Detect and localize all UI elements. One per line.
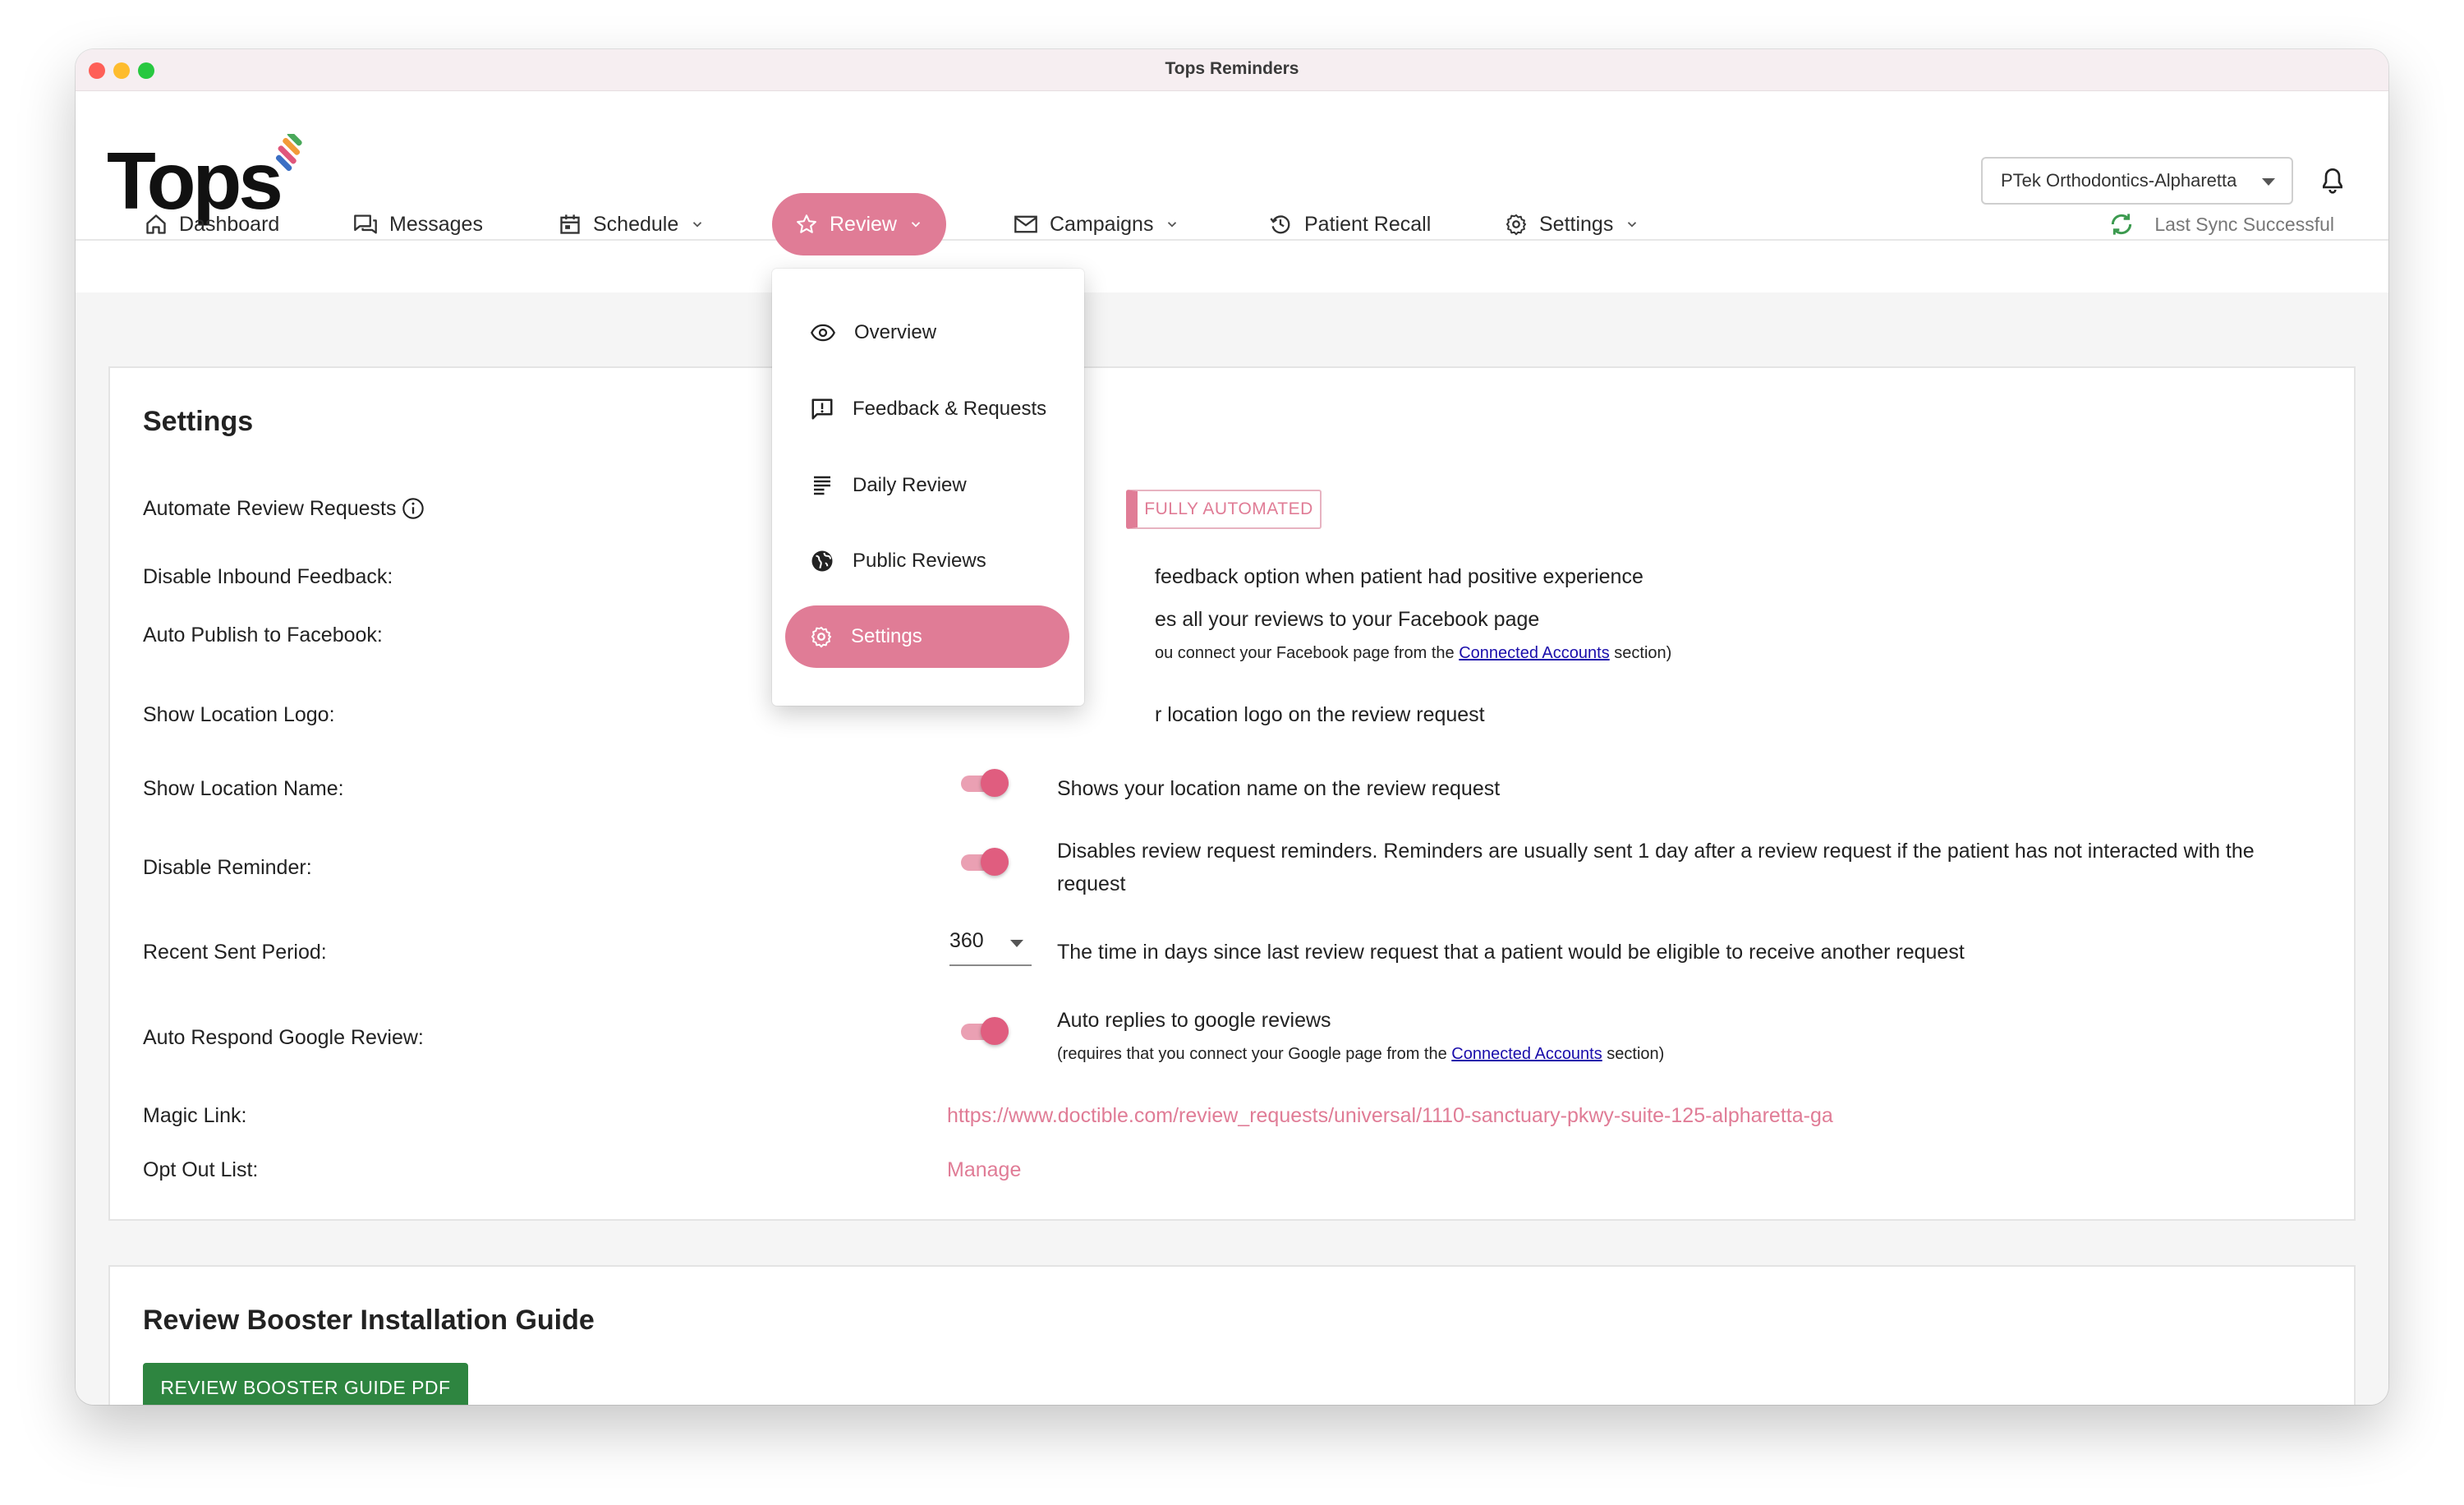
review-dropdown-menu: Overview Feedback & Requests Daily Revie…: [772, 269, 1084, 706]
magic-link-url[interactable]: https://www.doctible.com/review_requests…: [947, 1104, 1833, 1128]
chevron-down-icon: [911, 222, 921, 228]
auto-respond-google-toggle[interactable]: [958, 1014, 1012, 1048]
caret-down-icon: [1010, 940, 1023, 947]
list-icon: [814, 476, 830, 495]
opt-out-list-label: Opt Out List:: [143, 1158, 259, 1181]
nav-campaigns-label: Campaigns: [1050, 212, 1154, 236]
nav-dashboard-label: Dashboard: [179, 212, 280, 236]
fully-automated-button[interactable]: FULLY AUTOMATED: [1126, 490, 1322, 529]
nav-schedule-label: Schedule: [593, 212, 679, 236]
home-icon: [146, 214, 166, 234]
auto-publish-facebook-desc: es all your reviews to your Facebook pag…: [1155, 608, 1540, 631]
chevron-down-icon: [693, 222, 702, 228]
calendar-icon: [560, 214, 580, 234]
settings-card-title: Settings: [143, 406, 254, 437]
google-note-pre: (requires that you connect your Google p…: [1057, 1045, 1452, 1063]
nav-patient-recall-label: Patient Recall: [1304, 212, 1432, 236]
show-location-name-label: Show Location Name:: [143, 777, 344, 800]
globe-icon: [811, 550, 833, 572]
review-menu-settings-label: Settings: [851, 625, 922, 647]
disable-reminder-toggle[interactable]: [958, 845, 1012, 879]
feedback-icon: [811, 398, 833, 420]
review-menu-daily-review[interactable]: Daily Review: [785, 454, 1069, 517]
mail-icon: [1014, 215, 1037, 233]
chevron-down-icon: [1168, 222, 1177, 228]
review-menu-public-reviews-label: Public Reviews: [853, 550, 986, 572]
auto-publish-facebook-label: Auto Publish to Facebook:: [143, 624, 383, 647]
auto-respond-google-desc: Auto replies to google reviews: [1057, 1009, 1331, 1032]
review-menu-daily-review-label: Daily Review: [853, 474, 967, 496]
nav-campaigns[interactable]: Campaigns: [1014, 193, 1179, 255]
main-nav: Dashboard Messages Schedule Review Campa…: [76, 193, 2388, 292]
nav-messages[interactable]: Messages: [353, 193, 483, 255]
tops-logo-mark-icon: [275, 134, 302, 172]
disable-inbound-feedback-label: Disable Inbound Feedback:: [143, 565, 393, 588]
gear-icon: [811, 626, 832, 648]
toggle-knob: [981, 1017, 1009, 1045]
auto-publish-facebook-note: ou connect your Facebook page from the C…: [1155, 644, 1671, 663]
connected-accounts-link[interactable]: Connected Accounts: [1459, 644, 1609, 662]
title-bar: Tops Reminders: [76, 49, 2388, 91]
review-menu-public-reviews[interactable]: Public Reviews: [785, 530, 1069, 592]
recent-sent-period-select[interactable]: 360: [949, 928, 1032, 966]
show-location-name-toggle[interactable]: [958, 766, 1012, 800]
star-icon: [797, 214, 816, 233]
facebook-note-post: section): [1609, 644, 1672, 662]
auto-respond-google-note: (requires that you connect your Google p…: [1057, 1045, 1664, 1064]
app-window: Tops Reminders Tops PTek Orthodontics-Al…: [76, 49, 2388, 1405]
sync-status-label: Last Sync Successful: [2154, 213, 2334, 235]
automate-review-requests-label: Automate Review Requests: [143, 497, 425, 521]
automate-review-requests-text: Automate Review Requests: [143, 497, 397, 520]
bell-icon[interactable]: [2319, 167, 2346, 196]
show-location-name-desc: Shows your location name on the review r…: [1057, 777, 1501, 800]
location-select-value: PTek Orthodontics-Alpharetta: [2001, 170, 2237, 191]
magic-link-label: Magic Link:: [143, 1104, 247, 1127]
review-menu-feedback-label: Feedback & Requests: [853, 398, 1047, 420]
review-menu-overview[interactable]: Overview: [785, 301, 1069, 364]
disable-reminder-desc-line2: request: [1057, 872, 1126, 895]
nav-dashboard[interactable]: Dashboard: [145, 193, 279, 255]
gear-icon: [1506, 214, 1527, 236]
auto-respond-google-label: Auto Respond Google Review:: [143, 1026, 424, 1049]
toggle-knob: [981, 848, 1009, 876]
nav-patient-recall[interactable]: Patient Recall: [1268, 193, 1431, 255]
caret-down-icon: [2262, 178, 2275, 186]
eye-icon: [811, 324, 835, 342]
recent-sent-period-value: 360: [949, 929, 984, 952]
disable-reminder-desc-line1: Disables review request reminders. Remin…: [1057, 840, 2255, 863]
google-note-post: section): [1602, 1045, 1665, 1063]
messages-icon: [354, 214, 377, 234]
connected-accounts-link[interactable]: Connected Accounts: [1451, 1045, 1602, 1063]
disable-reminder-label: Disable Reminder:: [143, 856, 312, 879]
recent-sent-period-desc: The time in days since last review reque…: [1057, 941, 1965, 964]
toggle-knob: [981, 769, 1009, 797]
opt-out-manage-link[interactable]: Manage: [947, 1158, 1021, 1182]
review-booster-guide-title: Review Booster Installation Guide: [143, 1305, 595, 1336]
review-booster-guide-card: Review Booster Installation Guide REVIEW…: [108, 1265, 2356, 1405]
review-booster-guide-pdf-button[interactable]: REVIEW BOOSTER GUIDE PDF: [143, 1363, 468, 1405]
show-location-logo-label: Show Location Logo:: [143, 703, 335, 726]
main-content: Settings Automate Review Requests FULLY …: [76, 292, 2388, 1405]
disable-inbound-feedback-desc: feedback option when patient had positiv…: [1155, 565, 1643, 588]
history-icon: [1270, 215, 1290, 234]
nav-settings[interactable]: Settings: [1505, 193, 1639, 255]
facebook-note-pre: ou connect your Facebook page from the: [1155, 644, 1460, 662]
review-menu-overview-label: Overview: [854, 321, 937, 343]
review-settings-card: Settings Automate Review Requests FULLY …: [108, 366, 2356, 1221]
info-icon[interactable]: [402, 497, 425, 520]
review-menu-feedback-requests[interactable]: Feedback & Requests: [785, 378, 1069, 440]
show-location-logo-desc: r location logo on the review request: [1155, 703, 1485, 726]
sync-icon[interactable]: [2108, 211, 2135, 237]
chevron-down-icon: [1628, 222, 1637, 228]
review-menu-settings[interactable]: Settings: [785, 605, 1069, 668]
window-title: Tops Reminders: [1165, 59, 1299, 78]
nav-schedule[interactable]: Schedule: [559, 193, 705, 255]
recent-sent-period-label: Recent Sent Period:: [143, 941, 327, 964]
nav-settings-label: Settings: [1539, 212, 1614, 236]
nav-review[interactable]: Review: [772, 193, 946, 255]
sync-status: Last Sync Successful: [2108, 193, 2334, 255]
nav-review-label: Review: [830, 212, 897, 236]
nav-messages-label: Messages: [389, 212, 483, 236]
